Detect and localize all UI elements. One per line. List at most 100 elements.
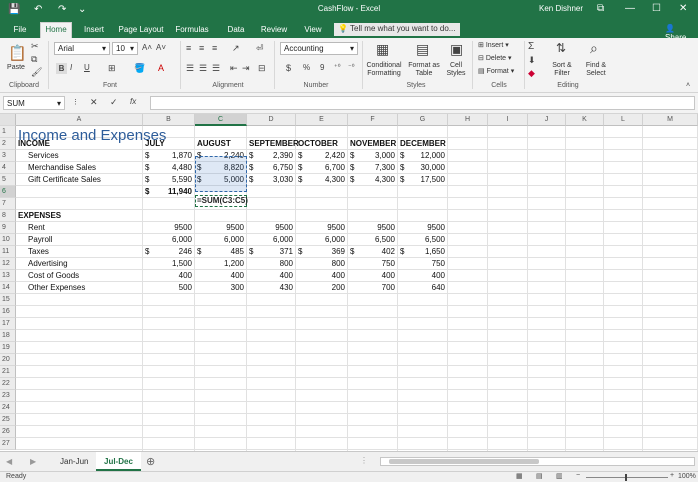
sheet-tab-jan-jun[interactable]: Jan-Jun (52, 452, 96, 471)
bold-button[interactable]: B (56, 63, 67, 74)
value-cell[interactable]: 6,700 (298, 162, 345, 174)
bottom-align-icon[interactable]: ≡ (212, 43, 217, 53)
row-label[interactable]: Other Expenses (18, 282, 140, 294)
tab-home[interactable]: Home (40, 22, 72, 38)
row-header-25[interactable]: 25 (0, 414, 16, 426)
zoom-in-icon[interactable]: + (670, 472, 674, 479)
borders-icon[interactable]: ⊞ (108, 63, 116, 74)
value-cell[interactable]: 485 (197, 246, 244, 258)
conditional-formatting-button[interactable]: Conditional Formatting (364, 62, 404, 78)
value-cell[interactable]: 640 (400, 282, 445, 294)
value-cell[interactable]: 6,500 (350, 234, 395, 246)
tab-file[interactable]: File (8, 23, 32, 38)
sort-filter-icon[interactable]: ⇅ (556, 41, 566, 55)
value-cell[interactable]: 17,500 (400, 174, 445, 186)
row-header-4[interactable]: 4 (0, 162, 16, 174)
value-cell[interactable]: 6,000 (145, 234, 192, 246)
row-header-7[interactable]: 7 (0, 198, 16, 210)
value-cell[interactable]: 9500 (249, 222, 293, 234)
value-cell[interactable]: 400 (249, 270, 293, 282)
row-header-17[interactable]: 17 (0, 318, 16, 330)
value-cell[interactable]: 800 (249, 258, 293, 270)
total-july[interactable]: 11,940 (145, 186, 192, 198)
column-label[interactable]: OCTOBER (298, 138, 345, 150)
row-header-1[interactable]: 1 (0, 126, 16, 138)
tab-data[interactable]: Data (222, 23, 250, 38)
increase-font-size-icon[interactable]: A˄ (142, 43, 152, 52)
value-cell[interactable]: 2,420 (298, 150, 345, 162)
row-header-9[interactable]: 9 (0, 222, 16, 234)
normal-view-icon[interactable]: ▦ (516, 472, 523, 480)
value-cell[interactable]: 800 (298, 258, 345, 270)
value-cell[interactable]: 4,300 (298, 174, 345, 186)
value-cell[interactable]: 9500 (145, 222, 192, 234)
select-all-button[interactable] (0, 114, 16, 126)
column-label[interactable]: DECEMBER (400, 138, 446, 150)
value-cell[interactable]: 1,870 (145, 150, 192, 162)
row-label[interactable]: Services (18, 150, 140, 162)
format-as-table-icon[interactable]: ▤ (416, 41, 429, 58)
column-header-i[interactable]: I (488, 114, 528, 126)
increase-decimal-icon[interactable]: ⁺⁰ (334, 63, 341, 71)
row-header-13[interactable]: 13 (0, 270, 16, 282)
value-cell[interactable]: 6,000 (197, 234, 244, 246)
fill-color-icon[interactable]: 🪣 (134, 63, 145, 74)
row-header-6[interactable]: 6 (0, 186, 16, 198)
value-cell[interactable]: 400 (298, 270, 345, 282)
value-cell[interactable]: 4,300 (350, 174, 395, 186)
close-button[interactable]: ✕ (679, 3, 687, 14)
align-center-icon[interactable]: ☰ (199, 63, 207, 74)
find-select-button[interactable]: Find & Select (580, 62, 612, 78)
value-cell[interactable]: 246 (145, 246, 192, 258)
value-cell[interactable]: 7,300 (350, 162, 395, 174)
value-cell[interactable]: 4,480 (145, 162, 192, 174)
row-header-26[interactable]: 26 (0, 426, 16, 438)
insert-function-button[interactable]: fx (130, 97, 136, 106)
autosum-icon[interactable]: Σ (528, 41, 534, 52)
wrap-text-icon[interactable]: ⏎ (256, 43, 264, 54)
value-cell[interactable]: 371 (249, 246, 293, 258)
value-cell[interactable]: 369 (298, 246, 345, 258)
value-cell[interactable]: 30,000 (400, 162, 445, 174)
cell-styles-icon[interactable]: ▣ (450, 41, 463, 58)
tab-page-layout[interactable]: Page Layout (116, 23, 166, 38)
row-header-21[interactable]: 21 (0, 366, 16, 378)
row-label[interactable]: Merchandise Sales (18, 162, 140, 174)
copy-icon[interactable]: ⧉ (31, 54, 37, 65)
search-icon[interactable]: ⌕ (590, 40, 598, 57)
column-header-g[interactable]: G (398, 114, 448, 126)
minimize-button[interactable]: — (625, 3, 635, 14)
format-painter-icon[interactable]: 🖌 (31, 67, 42, 78)
sheet-tab-jul-dec[interactable]: Jul-Dec (96, 452, 141, 471)
value-cell[interactable]: 750 (400, 258, 445, 270)
percent-format-button[interactable]: % (303, 63, 310, 72)
column-header-a[interactable]: A (16, 114, 143, 126)
cut-icon[interactable]: ✂ (31, 41, 39, 52)
value-cell[interactable]: 2,390 (249, 150, 293, 162)
column-label[interactable]: SEPTEMBER (249, 138, 299, 150)
column-header-b[interactable]: B (143, 114, 195, 126)
value-cell[interactable]: 1,650 (400, 246, 445, 258)
zoom-out-icon[interactable]: − (576, 472, 580, 479)
row-header-18[interactable]: 18 (0, 330, 16, 342)
row-header-19[interactable]: 19 (0, 342, 16, 354)
paste-icon[interactable]: 📋 (8, 44, 27, 62)
top-align-icon[interactable]: ≡ (186, 43, 191, 53)
sort-filter-button[interactable]: Sort & Filter (546, 62, 578, 78)
value-cell[interactable]: 1,200 (197, 258, 244, 270)
row-header-5[interactable]: 5 (0, 174, 16, 186)
font-name-select[interactable]: Arial ▾ (54, 42, 110, 55)
collapse-ribbon-icon[interactable]: ˄ (686, 82, 690, 89)
value-cell[interactable]: 6,000 (298, 234, 345, 246)
row-header-12[interactable]: 12 (0, 258, 16, 270)
value-cell[interactable]: 6,500 (400, 234, 445, 246)
value-cell[interactable]: 3,030 (249, 174, 293, 186)
column-header-m[interactable]: M (643, 114, 698, 126)
underline-button[interactable]: U (84, 63, 90, 72)
column-label[interactable]: AUGUST (197, 138, 244, 150)
value-cell[interactable]: 12,000 (400, 150, 445, 162)
tab-formulas[interactable]: Formulas (172, 23, 212, 38)
value-cell[interactable]: 402 (350, 246, 395, 258)
row-header-8[interactable]: 8 (0, 210, 16, 222)
tab-insert[interactable]: Insert (78, 23, 110, 38)
